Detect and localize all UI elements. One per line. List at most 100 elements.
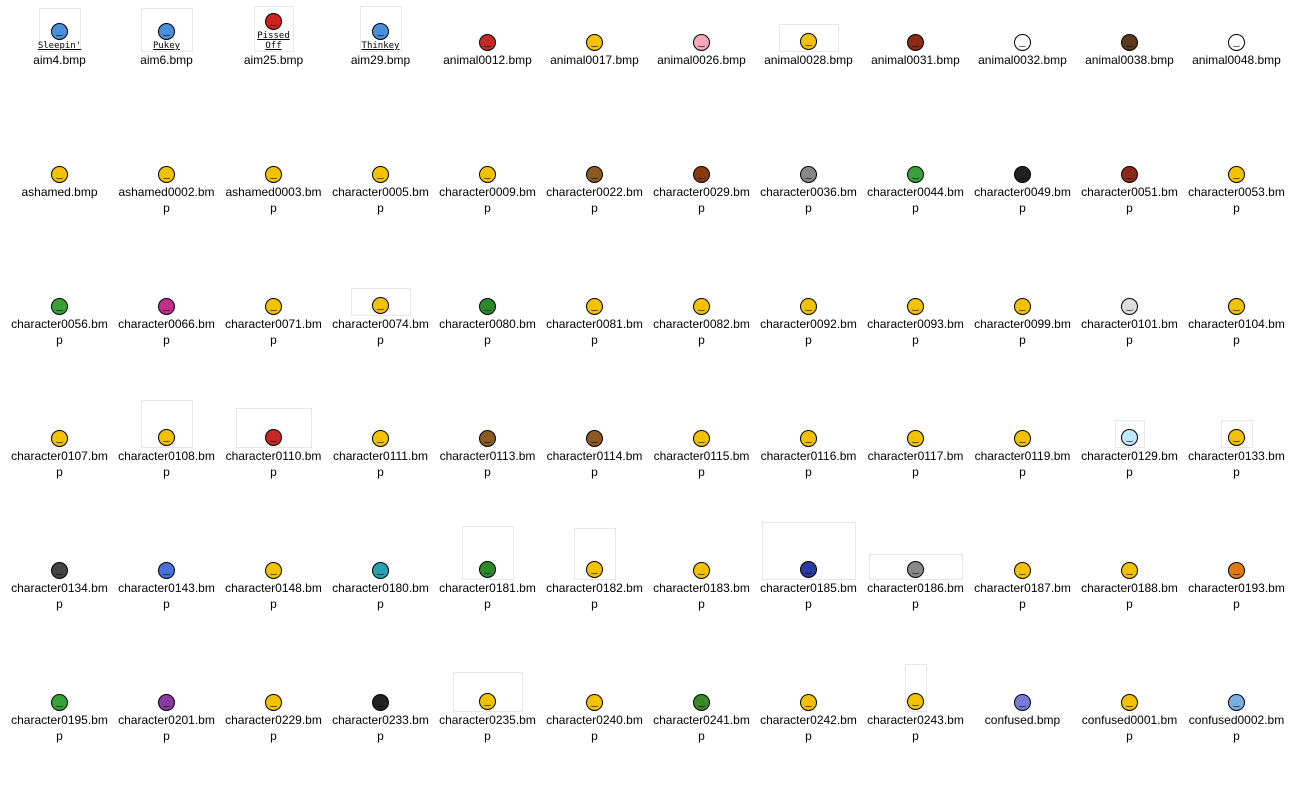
file-item[interactable]: ‿ character0110.bmp xyxy=(220,396,327,528)
file-item[interactable]: ‿ ashamed0002.bmp xyxy=(113,132,220,264)
file-item[interactable]: ‿ character0093.bmp xyxy=(862,264,969,396)
file-item[interactable]: ‿ character0104.bmp xyxy=(1183,264,1290,396)
file-item[interactable]: ‿ character0182.bmp xyxy=(541,528,648,660)
file-thumbnail[interactable]: ‿ xyxy=(868,554,963,580)
file-thumbnail[interactable]: ‿ xyxy=(452,672,523,712)
file-item[interactable]: ‿ character0099.bmp xyxy=(969,264,1076,396)
file-thumbnail[interactable]: ‿ xyxy=(1119,552,1140,580)
file-thumbnail[interactable]: ‿ xyxy=(1011,292,1034,316)
file-thumbnail[interactable]: ‿ xyxy=(475,160,500,184)
file-item[interactable]: ‿ character0056.bmp xyxy=(6,264,113,396)
file-thumbnail[interactable]: ‿ xyxy=(454,26,521,52)
file-item[interactable]: ‿ character0029.bmp xyxy=(648,132,755,264)
file-thumbnail[interactable]: ‿ xyxy=(689,690,714,712)
file-item[interactable]: ‿ character0114.bmp xyxy=(541,396,648,528)
file-item[interactable]: ‿ Thinkey aim29.bmp xyxy=(327,0,434,132)
file-item[interactable]: ‿ character0115.bmp xyxy=(648,396,755,528)
file-item[interactable]: ‿ character0187.bmp xyxy=(969,528,1076,660)
file-thumbnail[interactable]: ‿ xyxy=(153,558,180,580)
file-item[interactable]: ‿ character0009.bmp xyxy=(434,132,541,264)
file-item[interactable]: ‿ character0241.bmp xyxy=(648,660,755,792)
file-item[interactable]: ‿ animal0026.bmp xyxy=(648,0,755,132)
file-item[interactable]: ‿ character0235.bmp xyxy=(434,660,541,792)
file-thumbnail[interactable]: ‿ xyxy=(1220,420,1253,448)
file-item[interactable]: ‿ character0082.bmp xyxy=(648,264,755,396)
file-item[interactable]: ‿ character0188.bmp xyxy=(1076,528,1183,660)
file-thumbnail[interactable]: ‿ xyxy=(689,292,714,316)
file-item[interactable]: ‿ character0183.bmp xyxy=(648,528,755,660)
file-thumbnail[interactable]: ‿ xyxy=(1108,146,1151,184)
file-item[interactable]: ‿ character0119.bmp xyxy=(969,396,1076,528)
file-thumbnail[interactable]: ‿ xyxy=(146,288,187,316)
file-item[interactable]: ‿ animal0028.bmp xyxy=(755,0,862,132)
file-thumbnail[interactable]: ‿ xyxy=(1011,162,1034,184)
file-thumbnail[interactable]: ‿ xyxy=(584,296,605,316)
file-thumbnail[interactable]: ‿ xyxy=(1226,692,1247,712)
file-thumbnail[interactable]: ‿ xyxy=(904,664,927,712)
file-item[interactable]: ‿ character0107.bmp xyxy=(6,396,113,528)
file-item[interactable]: ‿ character0134.bmp xyxy=(6,528,113,660)
file-thumbnail[interactable]: ‿ xyxy=(1223,22,1250,52)
file-thumbnail[interactable]: ‿ Pukey xyxy=(140,8,193,52)
file-item[interactable]: ‿ confused0001.bmp xyxy=(1076,660,1183,792)
file-item[interactable]: ‿ character0229.bmp xyxy=(220,660,327,792)
file-thumbnail[interactable]: ‿ xyxy=(1007,558,1038,580)
file-thumbnail[interactable]: ‿ xyxy=(761,522,856,580)
file-item[interactable]: ‿ character0181.bmp xyxy=(434,526,541,660)
file-thumbnail[interactable]: ‿ xyxy=(688,28,715,52)
file-thumbnail[interactable]: ‿ xyxy=(1118,288,1141,316)
file-item[interactable]: ‿ character0113.bmp xyxy=(434,396,541,528)
file-item[interactable]: ‿ character0185.bmp xyxy=(755,522,862,660)
file-thumbnail[interactable]: ‿ xyxy=(1114,420,1145,448)
file-thumbnail[interactable]: ‿ xyxy=(582,690,607,712)
file-item[interactable]: ‿ character0081.bmp xyxy=(541,264,648,396)
file-thumbnail[interactable]: ‿ xyxy=(350,288,411,316)
file-item[interactable]: ‿ animal0017.bmp xyxy=(541,0,648,132)
file-thumbnail[interactable]: ‿ xyxy=(903,18,928,52)
file-thumbnail[interactable]: ‿ xyxy=(778,24,839,52)
file-thumbnail[interactable]: ‿ xyxy=(146,684,187,712)
file-item[interactable]: ‿ character0071.bmp xyxy=(220,264,327,396)
file-item[interactable]: ‿ character0074.bmp xyxy=(327,264,434,396)
file-thumbnail[interactable]: ‿ xyxy=(1205,160,1268,184)
file-thumbnail[interactable]: ‿ xyxy=(261,682,286,712)
file-thumbnail[interactable]: ‿ xyxy=(253,562,294,580)
file-thumbnail[interactable]: ‿ xyxy=(779,162,838,184)
file-thumbnail[interactable]: ‿ xyxy=(367,156,394,184)
file-item[interactable]: ‿ character0180.bmp xyxy=(327,528,434,660)
file-thumbnail[interactable]: ‿ xyxy=(869,288,962,316)
file-item[interactable]: ‿ character0201.bmp xyxy=(113,660,220,792)
file-item[interactable]: ‿ character0116.bmp xyxy=(755,396,862,528)
file-thumbnail[interactable]: ‿ xyxy=(573,528,616,580)
file-thumbnail[interactable]: ‿ xyxy=(1116,690,1143,712)
file-thumbnail[interactable]: ‿ xyxy=(1011,30,1034,52)
file-thumbnail[interactable]: ‿ xyxy=(1219,288,1254,316)
file-item[interactable]: ‿ character0080.bmp xyxy=(434,264,541,396)
file-thumbnail[interactable]: ‿ xyxy=(474,282,501,316)
file-thumbnail[interactable]: ‿ xyxy=(685,154,718,184)
file-thumbnail[interactable]: ‿ xyxy=(48,426,71,448)
file-item[interactable]: ‿ character0240.bmp xyxy=(541,660,648,792)
file-item[interactable]: ‿ character0049.bmp xyxy=(969,132,1076,264)
file-item[interactable]: ‿ character0117.bmp xyxy=(862,396,969,528)
file-thumbnail[interactable]: ‿ xyxy=(254,294,293,316)
file-thumbnail[interactable]: ‿ Pissed Off xyxy=(253,6,294,52)
file-item[interactable]: ‿ animal0032.bmp xyxy=(969,0,1076,132)
file-item[interactable]: ‿ Sleepin' aim4.bmp xyxy=(6,0,113,132)
file-item[interactable]: ‿ character0101.bmp xyxy=(1076,264,1183,396)
file-thumbnail[interactable]: ‿ xyxy=(904,162,927,184)
file-item[interactable]: ‿ Pissed Off aim25.bmp xyxy=(220,0,327,132)
file-thumbnail[interactable]: ‿ xyxy=(355,552,406,580)
file-thumbnail[interactable]: ‿ xyxy=(140,400,193,448)
file-thumbnail[interactable]: ‿ Thinkey xyxy=(359,6,402,52)
file-item[interactable]: ‿ character0243.bmp xyxy=(862,660,969,792)
file-item[interactable]: ‿ confused.bmp xyxy=(969,660,1076,792)
file-item[interactable]: ‿ character0186.bmp xyxy=(862,528,969,660)
file-thumbnail[interactable]: ‿ xyxy=(1118,30,1141,52)
file-item[interactable]: ‿ character0066.bmp xyxy=(113,264,220,396)
file-thumbnail[interactable]: ‿ xyxy=(1225,560,1248,580)
file-thumbnail[interactable]: ‿ xyxy=(1006,426,1039,448)
file-item[interactable]: ‿ ashamed0003.bmp xyxy=(220,132,327,264)
file-thumbnail[interactable]: ‿ xyxy=(48,558,71,580)
file-thumbnail[interactable]: ‿ xyxy=(900,414,931,448)
